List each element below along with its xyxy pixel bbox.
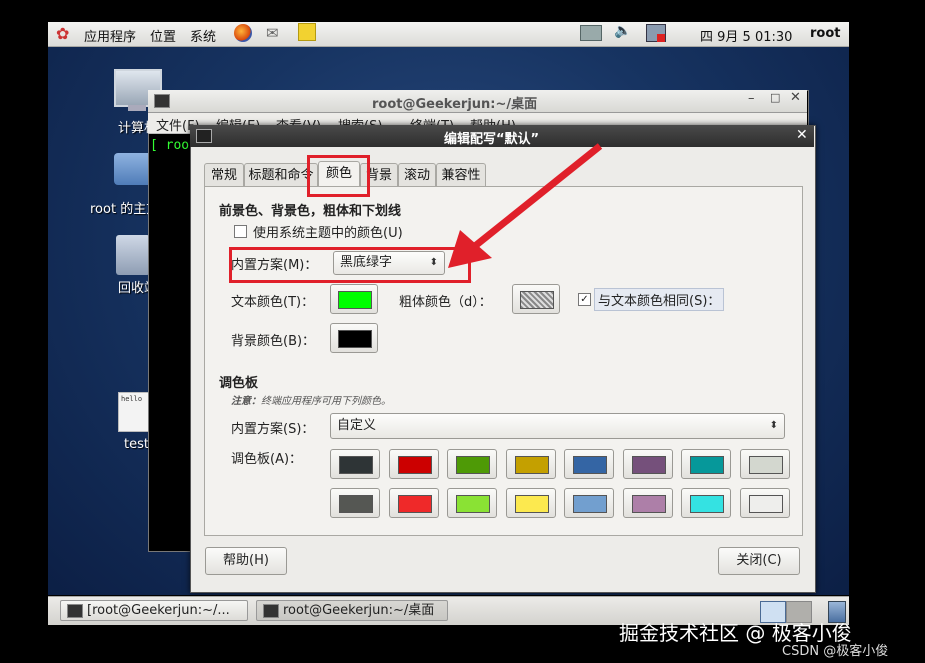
palette-color-button[interactable] xyxy=(739,488,790,518)
palette-color-swatch xyxy=(514,495,549,513)
bold-color-swatch-disabled xyxy=(520,291,554,309)
dialog-terminal-icon xyxy=(196,129,212,143)
note-prefix: 注意： xyxy=(231,396,261,407)
terminal-titlebar[interactable]: root@Geekerjun:~/桌面 – □ ✕ xyxy=(148,90,807,113)
same-as-text-checkbox[interactable]: ✓ xyxy=(578,293,591,306)
taskbar-item-terminal-1[interactable]: [root@Geekerjun:~/... xyxy=(60,600,248,621)
palette-color-button[interactable] xyxy=(622,449,673,479)
palette-color-button[interactable] xyxy=(564,488,614,518)
palette-color-button[interactable] xyxy=(622,488,673,518)
palette-color-swatch xyxy=(748,495,783,513)
trash-icon[interactable] xyxy=(116,235,150,275)
palette-color-button[interactable] xyxy=(505,449,556,479)
palette-color-swatch xyxy=(573,495,607,513)
palette-color-swatch xyxy=(397,456,432,474)
terminal-icon xyxy=(154,94,170,108)
palette-color-button[interactable] xyxy=(330,488,380,518)
palette-color-swatch xyxy=(456,456,490,474)
section-palette-title: 调色板 xyxy=(219,376,259,391)
palette-color-button[interactable] xyxy=(505,488,556,518)
palette-color-swatch xyxy=(339,495,373,513)
palette-scheme-value: 自定义 xyxy=(337,418,377,433)
palette-color-swatch xyxy=(690,495,724,513)
home-folder-icon[interactable] xyxy=(114,153,152,185)
palette-color-button[interactable] xyxy=(681,488,731,518)
use-system-theme-checkbox[interactable] xyxy=(234,225,247,238)
watermark-csdn: CSDN @极客小俊 xyxy=(782,644,889,659)
dialog-close-icon[interactable]: ✕ xyxy=(796,127,808,143)
annotation-arrow xyxy=(448,143,603,268)
menu-places[interactable]: 位置 xyxy=(150,26,176,45)
bg-color-button[interactable] xyxy=(330,323,378,353)
computer-stand-icon xyxy=(128,105,146,111)
text-color-swatch xyxy=(338,291,372,309)
terminal-icon xyxy=(67,604,83,618)
terminal-icon xyxy=(263,604,279,618)
section-foreground-title: 前景色、背景色，粗体和下划线 xyxy=(219,204,402,219)
bold-color-label: 粗体颜色（d）： xyxy=(399,295,492,310)
palette-color-button[interactable] xyxy=(739,449,790,479)
text-file-icon[interactable]: hello xyxy=(118,392,150,432)
palette-color-button[interactable] xyxy=(388,449,439,479)
palette-scheme-label: 内置方案(S)： xyxy=(231,422,315,437)
minimize-icon[interactable]: – xyxy=(748,91,755,106)
palette-color-button[interactable] xyxy=(330,449,380,479)
palette-color-button[interactable] xyxy=(564,449,614,479)
annotation-box-colors-tab xyxy=(307,155,370,197)
taskbar-item-terminal-2[interactable]: root@Geekerjun:~/桌面 xyxy=(256,600,448,621)
top-panel: ✿ 应用程序 位置 系统 ✉ 🔈 四 9月 5 01:30 root xyxy=(48,22,849,47)
gnome-foot-icon[interactable]: ✿ xyxy=(56,24,69,43)
file-thumb-text: hello xyxy=(121,395,143,403)
mail-icon[interactable]: ✉ xyxy=(266,24,279,42)
terminal-title: root@Geekerjun:~/桌面 xyxy=(372,97,538,112)
notes-icon[interactable] xyxy=(298,23,316,41)
palette-color-swatch xyxy=(631,495,666,513)
taskbar-item-label: root@Geekerjun:~/桌面 xyxy=(283,603,435,618)
bg-color-label: 背景颜色(B)： xyxy=(231,334,316,349)
bg-color-swatch xyxy=(338,330,372,348)
combo-arrows-icon: ⬍ xyxy=(769,420,778,431)
palette-color-swatch xyxy=(514,456,549,474)
palette-color-swatch xyxy=(339,456,373,474)
palette-color-button[interactable] xyxy=(681,449,731,479)
clock[interactable]: 四 9月 5 01:30 xyxy=(700,26,792,45)
menu-applications[interactable]: 应用程序 xyxy=(84,26,136,45)
palette-color-swatch xyxy=(748,456,783,474)
taskbar-item-label: [root@Geekerjun:~/... xyxy=(87,603,230,618)
palette-color-swatch xyxy=(573,456,607,474)
desktop-icon-test-label[interactable]: test xyxy=(124,437,149,452)
palette-scheme-select[interactable]: 自定义 ⬍ xyxy=(330,413,785,439)
palette-color-swatch xyxy=(690,456,724,474)
palette-color-button[interactable] xyxy=(447,449,497,479)
error-badge-icon xyxy=(657,34,665,42)
text-color-label: 文本颜色(T)： xyxy=(231,295,315,310)
maximize-icon[interactable]: □ xyxy=(770,91,780,104)
bold-color-button[interactable] xyxy=(512,284,560,314)
palette-color-swatch xyxy=(631,456,666,474)
palette-color-button[interactable] xyxy=(447,488,497,518)
help-button[interactable]: 帮助(H) xyxy=(205,547,287,575)
text-color-button[interactable] xyxy=(330,284,378,314)
close-icon[interactable]: ✕ xyxy=(790,90,801,105)
same-as-text-label[interactable]: 与文本颜色相同(S)： xyxy=(594,288,725,311)
palette-color-button[interactable] xyxy=(388,488,439,518)
user-name[interactable]: root xyxy=(810,26,841,41)
palette-note: 注意：终端应用程序可用下列颜色。 xyxy=(231,392,391,407)
tab-general[interactable]: 常规 xyxy=(204,163,244,187)
volume-icon[interactable]: 🔈 xyxy=(614,23,631,39)
note-text: 终端应用程序可用下列颜色。 xyxy=(261,396,391,407)
use-system-theme-label[interactable]: 使用系统主题中的颜色(U) xyxy=(253,222,403,241)
palette-color-swatch xyxy=(397,495,432,513)
palette-color-swatch xyxy=(456,495,490,513)
network-icon[interactable] xyxy=(580,25,602,41)
menu-system[interactable]: 系统 xyxy=(190,26,216,45)
palette-label: 调色板(A)： xyxy=(231,452,303,467)
arrow-shaft xyxy=(467,143,603,253)
firefox-icon[interactable] xyxy=(234,24,252,42)
close-button[interactable]: 关闭(C) xyxy=(718,547,800,575)
